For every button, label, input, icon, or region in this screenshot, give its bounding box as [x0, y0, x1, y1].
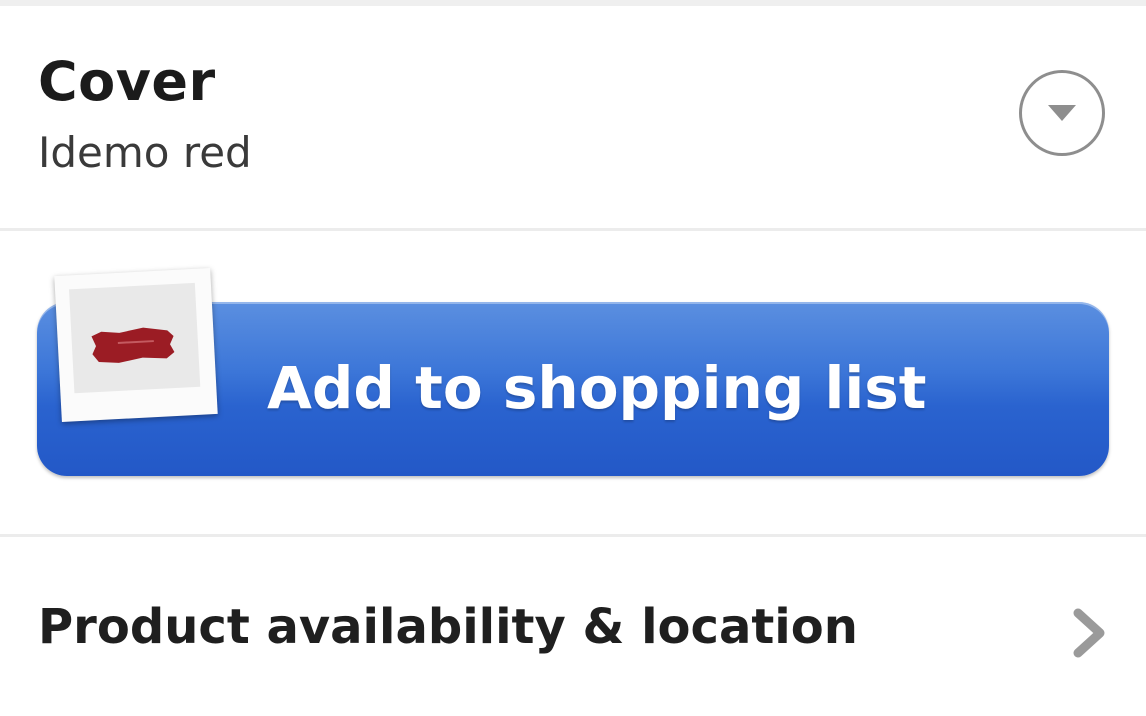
product-options-screen: Cover Idemo red Add to shopping list Pro… [0, 0, 1146, 716]
chevron-down-circle-icon [1048, 105, 1076, 121]
product-availability-label: Product availability & location [38, 599, 858, 655]
product-thumbnail-icon [54, 268, 218, 422]
red-cover-swatch [91, 327, 175, 363]
chevron-right-icon [1073, 608, 1105, 658]
cover-title: Cover [38, 50, 216, 113]
section-divider [0, 228, 1146, 231]
cover-selected-value: Idemo red [38, 128, 252, 177]
add-to-shopping-list-label: Add to shopping list [267, 354, 927, 422]
cover-dropdown-button[interactable] [1019, 70, 1105, 156]
product-availability-row[interactable]: Product availability & location [0, 537, 1146, 716]
cover-selector-row[interactable]: Cover Idemo red [0, 6, 1146, 228]
